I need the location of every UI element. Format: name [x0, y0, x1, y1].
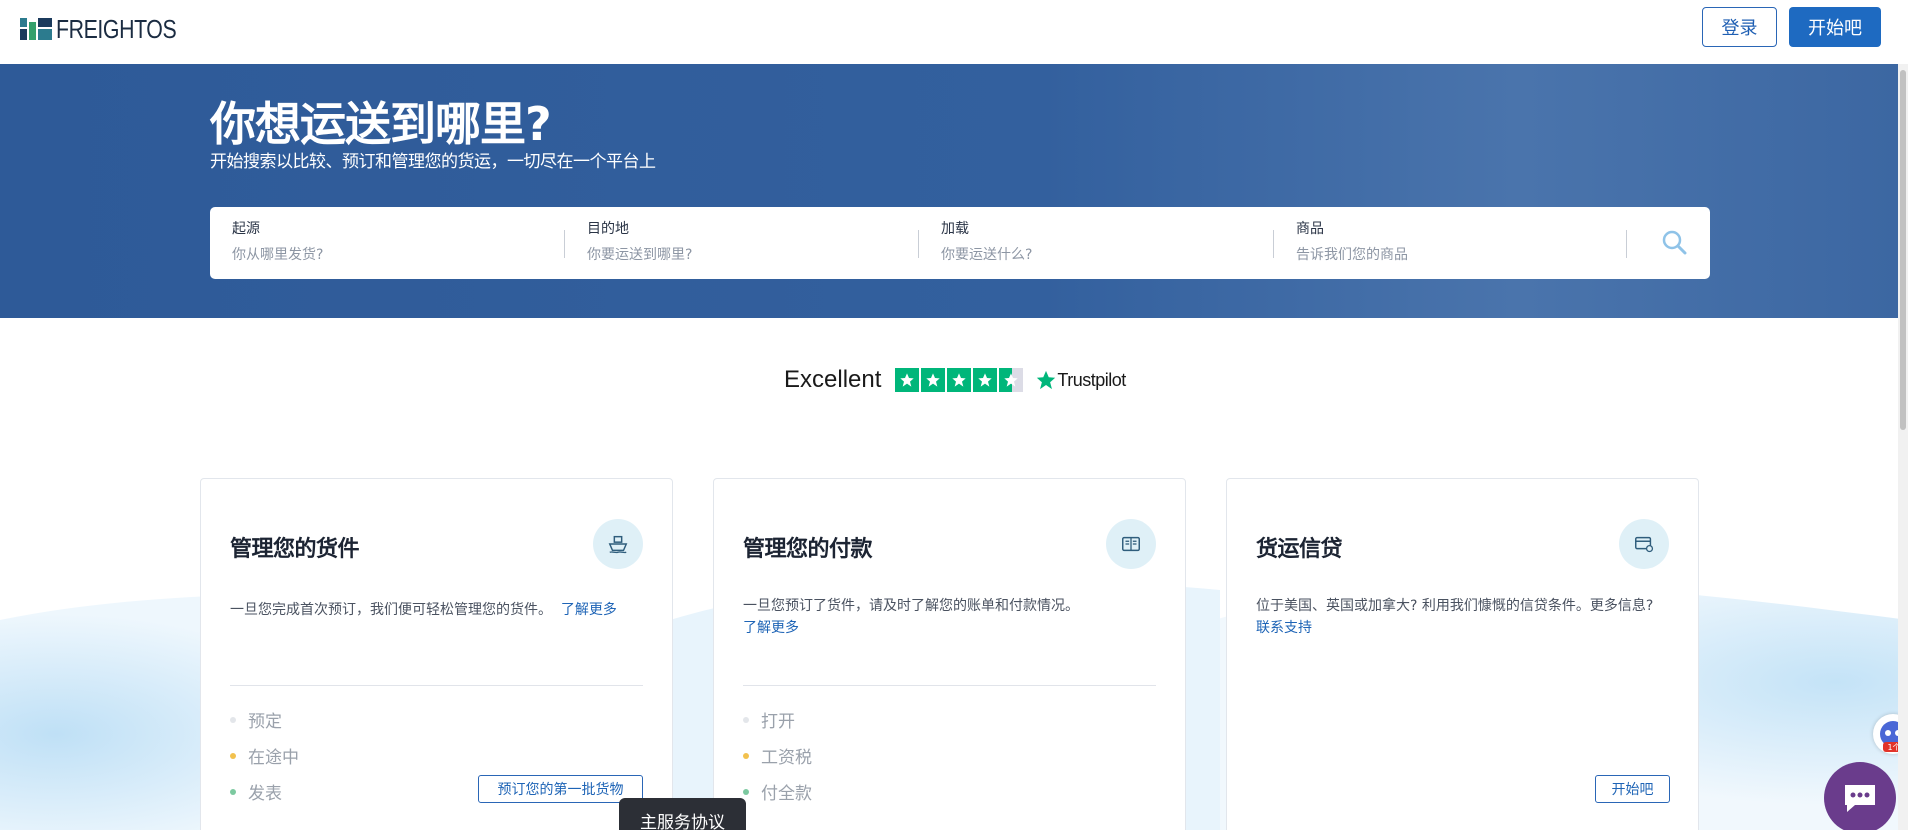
shipment-search-bar: 起源 目的地 加载 商品 — [210, 207, 1710, 279]
trustpilot-rating-word: Excellent — [784, 366, 882, 393]
origin-input[interactable] — [232, 245, 532, 265]
chat-button[interactable] — [1824, 762, 1896, 830]
master-service-agreement-tab[interactable]: 主服务协议 — [619, 798, 746, 830]
invoice-icon — [1106, 519, 1156, 569]
card-title: 管理您的付款 — [743, 537, 873, 562]
search-icon — [1662, 230, 1687, 255]
stat-open: 打开 — [743, 707, 795, 732]
login-button[interactable]: 登录 — [1702, 7, 1777, 47]
card-description: 位于美国、英国或加拿大? 利用我们慷慨的信贷条件。更多信息? 联系支持 — [1256, 595, 1676, 639]
origin-field[interactable]: 起源 — [210, 207, 563, 279]
card-description: 一旦您完成首次预订，我们便可轻松管理您的货件。 了解更多 — [230, 599, 650, 621]
hero-subtitle: 开始搜索以比较、预订和管理您的货运，一切尽在一个平台上 — [210, 152, 656, 172]
freight-credit-card: 货运信贷 位于美国、英国或加拿大? 利用我们慷慨的信贷条件。更多信息? 联系支持… — [1226, 478, 1699, 830]
stat-label: 打开 — [761, 712, 795, 732]
stat-paid-in-full: 付全款 — [743, 779, 812, 804]
field-divider — [1626, 230, 1627, 258]
logo-mark-icon — [20, 18, 52, 40]
stat-label: 预定 — [248, 712, 282, 732]
manage-shipments-card: 管理您的货件 一旦您完成首次预订，我们便可轻松管理您的货件。 了解更多 预定 在… — [200, 478, 673, 830]
card-description: 一旦您预订了货件，请及时了解您的账单和付款情况。 了解更多 — [743, 595, 1163, 639]
status-dot — [230, 788, 236, 795]
get-started-card-button[interactable]: 开始吧 — [1595, 775, 1670, 803]
stat-label: 发表 — [248, 784, 282, 804]
learn-more-link[interactable]: 了解更多 — [561, 602, 617, 618]
origin-label: 起源 — [232, 221, 260, 237]
card-divider — [230, 685, 643, 686]
stat-label: 付全款 — [761, 784, 812, 804]
card-description-text: 位于美国、英国或加拿大? 利用我们慷慨的信贷条件。更多信息? — [1256, 598, 1654, 614]
credit-card-icon — [1619, 519, 1669, 569]
trustpilot-star-icon — [1037, 370, 1056, 390]
trustpilot-brand: Trustpilot — [1035, 369, 1126, 391]
stat-payroll-tax: 工资税 — [743, 743, 812, 768]
ship-icon — [593, 519, 643, 569]
trustpilot-stars — [895, 368, 1024, 392]
stat-delivered: 发表 — [230, 779, 282, 804]
contact-support-link[interactable]: 联系支持 — [1256, 620, 1312, 636]
stat-booked: 预定 — [230, 707, 282, 732]
freightos-logo[interactable]: FREIGHTOS — [20, 14, 203, 44]
half-star-icon — [999, 368, 1024, 392]
star-icon — [895, 368, 920, 392]
star-icon — [947, 368, 972, 392]
destination-input[interactable] — [587, 245, 887, 265]
load-input[interactable] — [941, 245, 1241, 265]
trustpilot-widget[interactable]: Excellent Trustpilot — [784, 362, 1126, 398]
top-navigation-bar: FREIGHTOS 登录 开始吧 — [0, 0, 1908, 64]
book-first-shipment-button[interactable]: 预订您的第一批货物 — [478, 775, 643, 803]
destination-field[interactable]: 目的地 — [565, 207, 918, 279]
manage-payments-card: 管理您的付款 一旦您预订了货件，请及时了解您的账单和付款情况。 了解更多 打开 … — [713, 478, 1186, 830]
card-divider — [743, 685, 1156, 686]
chat-icon — [1845, 785, 1875, 812]
hero-title: 你想运送到哪里? — [210, 97, 552, 151]
goods-field[interactable]: 商品 — [1274, 207, 1629, 279]
trustpilot-brand-text: Trustpilot — [1057, 369, 1126, 390]
star-icon — [973, 368, 998, 392]
status-dot — [743, 752, 749, 759]
status-dot — [743, 716, 749, 723]
load-label: 加载 — [941, 221, 969, 237]
stat-label: 工资税 — [761, 748, 812, 768]
scrollbar-thumb[interactable] — [1900, 70, 1906, 430]
star-icon — [921, 368, 946, 392]
load-field[interactable]: 加载 — [919, 207, 1274, 279]
card-title: 管理您的货件 — [230, 537, 360, 562]
status-dot — [230, 752, 236, 759]
status-dot — [230, 716, 236, 723]
card-description-text: 一旦您完成首次预订，我们便可轻松管理您的货件。 — [230, 602, 552, 618]
goods-label: 商品 — [1296, 221, 1324, 237]
status-dot — [743, 788, 749, 795]
card-description-text: 一旦您预订了货件，请及时了解您的账单和付款情况。 — [743, 598, 1079, 614]
card-title: 货运信贷 — [1256, 537, 1343, 562]
learn-more-link[interactable]: 了解更多 — [743, 620, 799, 636]
goods-input[interactable] — [1296, 245, 1596, 265]
destination-label: 目的地 — [587, 221, 629, 237]
search-button[interactable] — [1657, 225, 1693, 261]
logo-text: FREIGHTOS — [56, 13, 177, 44]
stat-in-transit: 在途中 — [230, 743, 299, 768]
get-started-button[interactable]: 开始吧 — [1789, 7, 1881, 47]
stat-label: 在途中 — [248, 748, 299, 768]
